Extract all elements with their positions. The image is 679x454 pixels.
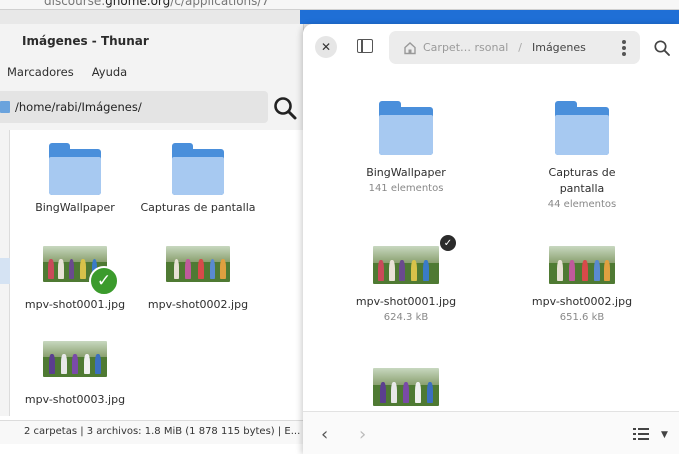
file-item-mpv-shot0003[interactable]: mpv-shot0003.jpg bbox=[15, 341, 135, 406]
file-label: BingWallpaper bbox=[35, 201, 115, 214]
status-text: 2 carpetas | 3 archivos: 1.8 MiB (1 878 … bbox=[24, 426, 301, 437]
file-label: mpv-shot0001.jpg bbox=[355, 295, 457, 308]
thunar-window: Imágenes - Thunar Marcadores Ayuda /home… bbox=[0, 24, 304, 454]
file-item-mpv-shot0003[interactable] bbox=[341, 368, 471, 406]
status-bar: 2 carpetas | 3 archivos: 1.8 MiB (1 878 … bbox=[0, 420, 303, 444]
file-label: mpv-shot0001.jpg bbox=[24, 298, 126, 311]
image-thumbnail bbox=[373, 246, 439, 284]
folder-icon bbox=[172, 143, 224, 195]
breadcrumb-parent[interactable]: Carpet… rsonal bbox=[423, 41, 508, 54]
nautilus-footer: ‹ › ▼ bbox=[303, 411, 679, 454]
file-item-count: 141 elementos bbox=[368, 182, 444, 194]
file-item-bingwallpaper[interactable]: BingWallpaper bbox=[15, 143, 135, 214]
close-icon: ✕ bbox=[320, 40, 332, 54]
thunar-titlebar[interactable]: Imágenes - Thunar bbox=[0, 24, 303, 58]
image-thumbnail bbox=[373, 368, 439, 406]
breadcrumb-current[interactable]: Imágenes bbox=[532, 41, 586, 54]
location-bar: /home/rabi/Imágenes/ bbox=[0, 86, 303, 130]
file-item-mpv-shot0002[interactable]: mpv-shot0002.jpg 651.6 kB bbox=[517, 246, 647, 323]
back-icon[interactable]: ‹ bbox=[321, 424, 328, 445]
location-field[interactable]: /home/rabi/Imágenes/ bbox=[0, 91, 268, 123]
image-thumbnail bbox=[166, 246, 230, 282]
file-item-mpv-shot0002[interactable]: mpv-shot0002.jpg bbox=[138, 246, 258, 311]
location-path: /home/rabi/Imágenes/ bbox=[15, 100, 142, 114]
more-options-icon[interactable] bbox=[622, 40, 626, 56]
chevron-down-icon[interactable]: ▼ bbox=[661, 430, 668, 440]
file-item-bingwallpaper[interactable]: BingWallpaper 141 elementos bbox=[341, 101, 471, 194]
browser-address-strip: discourse.gnome.org/c/applications/7 bbox=[0, 0, 679, 10]
file-item-mpv-shot0001[interactable]: ✓ mpv-shot0001.jpg 624.3 kB bbox=[341, 235, 471, 323]
thunar-file-view: BingWallpaper Capturas de pantalla ✓ mpv… bbox=[0, 130, 303, 416]
nautilus-headerbar: ✕ Carpet… rsonal / Imágenes bbox=[303, 24, 679, 72]
image-thumbnail bbox=[43, 341, 107, 377]
home-icon bbox=[404, 41, 416, 54]
folder-icon bbox=[0, 101, 10, 113]
file-size: 651.6 kB bbox=[559, 311, 605, 323]
file-label: mpv-shot0002.jpg bbox=[147, 298, 249, 311]
search-icon[interactable] bbox=[272, 95, 298, 121]
menu-marcadores[interactable]: Marcadores bbox=[7, 65, 74, 79]
file-label: mpv-shot0003.jpg bbox=[24, 393, 126, 406]
file-label: Capturas de pantalla bbox=[140, 201, 256, 214]
file-item-mpv-shot0001[interactable]: ✓ mpv-shot0001.jpg bbox=[15, 246, 135, 311]
file-label: BingWallpaper bbox=[366, 166, 446, 179]
checkmark-icon: ✓ bbox=[440, 235, 456, 251]
file-item-count: 44 elementos bbox=[547, 198, 617, 210]
file-item-capturas[interactable]: Capturas de pantalla bbox=[138, 143, 258, 214]
breadcrumb-separator: / bbox=[518, 41, 522, 54]
file-label: mpv-shot0002.jpg bbox=[531, 295, 633, 308]
folder-icon bbox=[379, 101, 433, 155]
folder-icon bbox=[49, 143, 101, 195]
window-title: Imágenes - Thunar bbox=[22, 34, 149, 48]
list-view-icon[interactable] bbox=[633, 428, 649, 440]
thunar-sidebar bbox=[0, 130, 10, 416]
browser-url[interactable]: discourse.gnome.org/c/applications/7 bbox=[44, 0, 269, 8]
forward-icon[interactable]: › bbox=[359, 424, 366, 445]
toggle-sidebar-icon[interactable] bbox=[357, 39, 373, 53]
folder-icon bbox=[555, 101, 609, 155]
menu-ayuda[interactable]: Ayuda bbox=[92, 65, 128, 79]
close-button[interactable]: ✕ bbox=[315, 36, 337, 58]
nautilus-window: ✕ Carpet… rsonal / Imágenes BingWallpape… bbox=[303, 24, 679, 454]
sidebar-item-selected[interactable] bbox=[0, 258, 10, 284]
image-thumbnail bbox=[549, 246, 615, 284]
search-icon[interactable] bbox=[653, 39, 671, 57]
checkmark-icon: ✓ bbox=[89, 266, 119, 296]
thunar-menubar: Marcadores Ayuda bbox=[0, 58, 303, 86]
file-item-capturas[interactable]: Capturas de pantalla 44 elementos bbox=[517, 101, 647, 210]
path-bar[interactable]: Carpet… rsonal / Imágenes bbox=[389, 31, 640, 64]
browser-background bbox=[300, 10, 679, 24]
file-size: 624.3 kB bbox=[383, 311, 429, 323]
file-label: Capturas de pantalla bbox=[548, 166, 616, 195]
